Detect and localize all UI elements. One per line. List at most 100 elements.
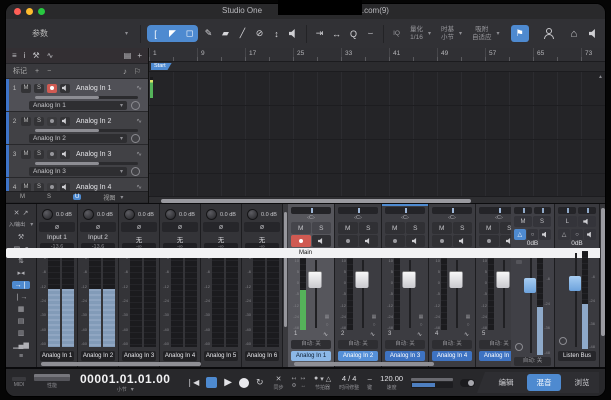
cue-icon[interactable]: ○ [372, 322, 375, 328]
insert-slot-icon[interactable]: ▦ [419, 314, 424, 320]
add-marker-button[interactable]: + [35, 68, 39, 75]
metronome-button[interactable]: △ [558, 229, 570, 240]
marquee-tool-button[interactable]: ◻ [181, 25, 198, 42]
track-row[interactable]: 1 M S Analog In 1 ∿ An [6, 79, 148, 112]
polarity-invert-button[interactable]: ø [121, 222, 157, 232]
listen-fader[interactable] [567, 251, 582, 349]
mono-button[interactable]: ○ [527, 229, 539, 240]
listen-l-button[interactable]: L [558, 216, 577, 227]
pan-slider[interactable] [385, 207, 425, 214]
mono-button[interactable]: ○ [571, 229, 583, 240]
params-dropdown[interactable]: 参数 ▾ [6, 28, 136, 39]
input-quantize-toggle[interactable]: IQ [388, 25, 405, 42]
listen-pan-right-slider[interactable] [578, 207, 596, 214]
banks-panel-icon[interactable]: ▦ [18, 305, 25, 313]
track-volume-slider[interactable] [35, 96, 138, 99]
automation-mode-button[interactable]: 自动: 关 [291, 340, 331, 349]
fader-cap[interactable] [569, 276, 581, 291]
track-row[interactable]: 3 M S Analog In 3 ∿ An [6, 145, 148, 178]
pan-slider[interactable] [338, 207, 378, 214]
track-solo-button[interactable]: S [34, 150, 44, 159]
cue-icon[interactable]: ○ [325, 322, 328, 328]
channel-monitor-button[interactable] [406, 235, 426, 247]
time-display[interactable]: 00001.01.01.00 小节 ▾ [80, 372, 170, 393]
automation-icon[interactable]: ∿ [47, 51, 54, 60]
performance-meter[interactable]: 性能 [34, 377, 70, 389]
track-mute-button[interactable]: M [21, 183, 31, 192]
filter-u-button[interactable]: U [73, 194, 81, 200]
polarity-invert-button[interactable]: ø [244, 222, 280, 232]
channel-monitor-button[interactable] [453, 235, 473, 247]
insert-slot-icon[interactable]: ▦ [372, 314, 377, 320]
track-mute-button[interactable]: M [21, 84, 31, 93]
listen-bus-label[interactable]: Listen Bus [558, 351, 596, 361]
channel-name-label[interactable]: Analog In 1 [291, 351, 331, 361]
play-button[interactable]: ▶ [224, 377, 232, 388]
audio-device-button[interactable] [585, 25, 602, 42]
scroll-up-arrow[interactable]: ▲ [598, 74, 603, 80]
input-gain-knob[interactable] [42, 209, 53, 220]
input-gain-knob[interactable] [206, 209, 217, 220]
mix-view-button[interactable]: 混音 [527, 374, 561, 391]
list-panel-icon[interactable]: ≡ [19, 353, 23, 360]
track-lane[interactable] [149, 140, 605, 174]
io-panel-toggle[interactable]: 入/输出 [9, 221, 25, 228]
automation-mode-button[interactable]: 自动: 关 [479, 340, 511, 349]
cue-icon[interactable]: ○ [419, 322, 422, 328]
listen-tool-button[interactable] [285, 25, 302, 42]
track-name[interactable]: Analog In 2 [76, 118, 111, 125]
channel-record-arm-button[interactable] [432, 235, 452, 247]
view-filter-dropdown[interactable]: 视图 ▾ [103, 193, 123, 202]
home-button[interactable]: ⌂ [571, 28, 578, 40]
follow-button[interactable]: ↔ [328, 25, 345, 42]
channel-strip[interactable]: ‹C› M S 0dB 1050-5-12-24-48 [429, 204, 476, 368]
fader-cap[interactable] [524, 278, 536, 293]
input-channel-strip[interactable]: 0.0 dB ø Input 1 -13.6 0-6-12-24-30-40-6… [37, 204, 78, 368]
main-fader[interactable] [523, 251, 537, 355]
channel-name-label[interactable]: Analog In 5 [479, 351, 511, 361]
main-solo-button[interactable]: S [533, 216, 551, 227]
main-mute-button[interactable]: M [514, 216, 532, 227]
fader-cap[interactable] [308, 271, 321, 288]
pan-slider[interactable] [291, 207, 331, 214]
channel-mute-button[interactable]: M [479, 222, 499, 234]
tempo[interactable]: 120.00 速度 [380, 374, 403, 391]
fader-cap[interactable] [402, 271, 415, 288]
track-solo-button[interactable]: S [34, 183, 44, 192]
track-lane[interactable] [149, 72, 605, 106]
instruments-panel-icon[interactable]: ▤ [18, 317, 25, 325]
main-bus-label[interactable]: Main [6, 248, 605, 258]
close-icon[interactable]: ✕ [14, 209, 20, 217]
main-bus-strip[interactable]: M S △ ○ 0dB 0-6-24-36- [511, 204, 555, 368]
tempo-track-toggle[interactable] [460, 379, 475, 387]
channel-solo-button[interactable]: S [453, 222, 473, 234]
arrange-grid[interactable]: ▲ [149, 72, 605, 196]
metronome-icon[interactable]: △ [326, 375, 331, 383]
input-channel-label[interactable]: Analog In 6 [245, 351, 279, 361]
input-gain-knob[interactable] [83, 209, 94, 220]
filter-mute-button[interactable]: M [20, 194, 25, 200]
autopunch-icon[interactable]: ↦ [300, 376, 306, 382]
detach-icon[interactable]: ↗ [23, 209, 29, 217]
channel-mute-button[interactable]: M [432, 222, 452, 234]
channel-solo-button[interactable]: S [312, 222, 332, 234]
tempo-track-icon[interactable]: ♪ [123, 67, 127, 76]
channel-mute-button[interactable]: M [291, 222, 311, 234]
mute-tool-button[interactable]: ⊘ [251, 25, 268, 42]
loop-button[interactable]: ↻ [256, 377, 264, 388]
input-gain-icon[interactable] [131, 167, 140, 176]
input-channel-label[interactable]: Analog In 2 [81, 351, 115, 361]
channel-fader[interactable] [494, 258, 511, 330]
channel-strip[interactable]: ‹C› M S 0dB 1050-5-12-24-48 [335, 204, 382, 368]
quantize-button[interactable]: Q [345, 25, 362, 42]
input-channel-label[interactable]: Analog In 1 [40, 351, 74, 361]
track-row[interactable]: 2 M S Analog In 2 ∿ An [6, 112, 148, 145]
cue-icon[interactable]: ○ [466, 322, 469, 328]
input-channel-strip[interactable]: 0.0 dB ø 无 -∞ 0-6-12-24-30-40-60 An [160, 204, 201, 368]
channel-record-arm-button[interactable] [385, 235, 405, 247]
precount-icon[interactable]: ● [314, 375, 318, 382]
channel-monitor-button[interactable] [500, 235, 512, 247]
track-name[interactable]: Analog In 4 [76, 184, 111, 191]
record-button[interactable] [239, 378, 249, 388]
polarity-invert-button[interactable]: ø [203, 222, 239, 232]
